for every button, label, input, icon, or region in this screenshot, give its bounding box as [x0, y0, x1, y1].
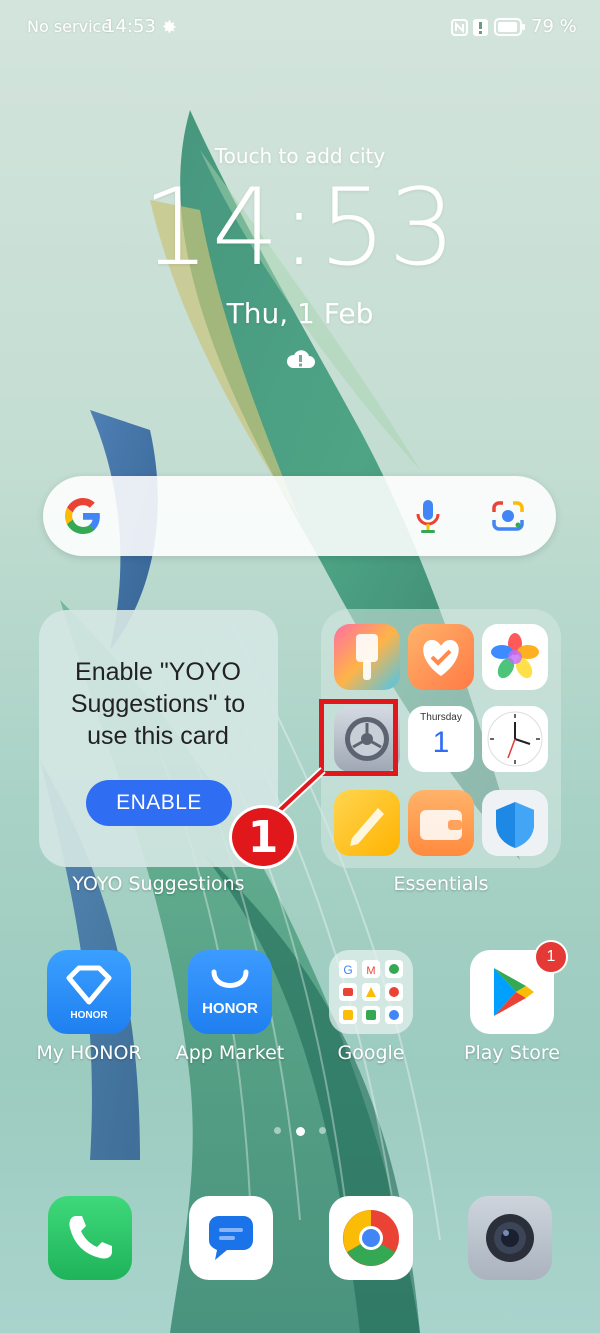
- gallery-app-icon[interactable]: [482, 624, 548, 690]
- battery-percentage: 79 %: [531, 16, 577, 37]
- health-app-icon[interactable]: [408, 624, 474, 690]
- app-market-app-icon[interactable]: HONOR: [188, 950, 272, 1034]
- google-search-bar[interactable]: [43, 476, 556, 556]
- nfc-icon: [451, 19, 468, 40]
- clock-app-icon[interactable]: [482, 706, 548, 772]
- messages-app-icon[interactable]: [189, 1196, 273, 1280]
- svg-text:M: M: [366, 965, 375, 977]
- calendar-date-number: 1: [432, 726, 450, 759]
- play-store-label: Play Store: [464, 1042, 560, 1064]
- google-logo-icon: [64, 498, 101, 538]
- clock-date[interactable]: Thu, 1 Feb: [0, 297, 600, 330]
- app-market-icon-text: HONOR: [202, 1000, 258, 1017]
- phone-app-icon[interactable]: [48, 1196, 132, 1280]
- google-folder-label: Google: [337, 1042, 405, 1064]
- my-honor-app-icon[interactable]: HONOR: [47, 950, 131, 1034]
- wallet-app-icon[interactable]: [408, 790, 474, 856]
- page-indicator-dot-active[interactable]: [296, 1127, 305, 1136]
- status-bar: No service 14:53 79 %: [0, 0, 600, 58]
- page-indicator-dot[interactable]: [274, 1127, 281, 1134]
- my-honor-label: My HONOR: [36, 1042, 142, 1064]
- carrier-status: No service: [27, 17, 112, 36]
- chrome-app-icon[interactable]: [329, 1196, 413, 1280]
- alert-icon: [473, 19, 488, 40]
- weather-alert-icon[interactable]: [284, 347, 316, 375]
- themes-app-icon[interactable]: [334, 624, 400, 690]
- status-time: 14:53: [104, 16, 156, 37]
- page-indicator-dot[interactable]: [319, 1127, 326, 1134]
- battery-icon: [494, 18, 526, 40]
- add-city-prompt[interactable]: Touch to add city: [0, 144, 600, 168]
- calendar-day-label: Thursday: [420, 712, 462, 723]
- app-market-label: App Market: [175, 1042, 285, 1064]
- step-number-badge: 1: [229, 805, 297, 869]
- essentials-folder-label: Essentials: [393, 873, 489, 895]
- enable-button[interactable]: ENABLE: [86, 780, 232, 826]
- my-honor-icon-text: HONOR: [70, 1010, 108, 1021]
- security-app-icon[interactable]: [482, 790, 548, 856]
- play-store-notification-badge: 1: [534, 940, 568, 974]
- yoyo-card-message: Enable "YOYO Suggestions" to use this ca…: [70, 658, 246, 750]
- yoyo-suggestions-label: YOYO Suggestions: [72, 873, 245, 895]
- svg-text:G: G: [343, 963, 352, 977]
- notes-app-icon[interactable]: [334, 790, 400, 856]
- calendar-app-icon[interactable]: Thursday 1: [408, 706, 474, 772]
- clock-time[interactable]: 14:53: [0, 168, 600, 288]
- google-lens-icon[interactable]: [491, 500, 525, 536]
- google-folder-icon[interactable]: G M: [329, 950, 413, 1034]
- voice-search-icon[interactable]: [415, 498, 441, 538]
- settings-gear-icon: [160, 18, 178, 40]
- camera-app-icon[interactable]: [468, 1196, 552, 1280]
